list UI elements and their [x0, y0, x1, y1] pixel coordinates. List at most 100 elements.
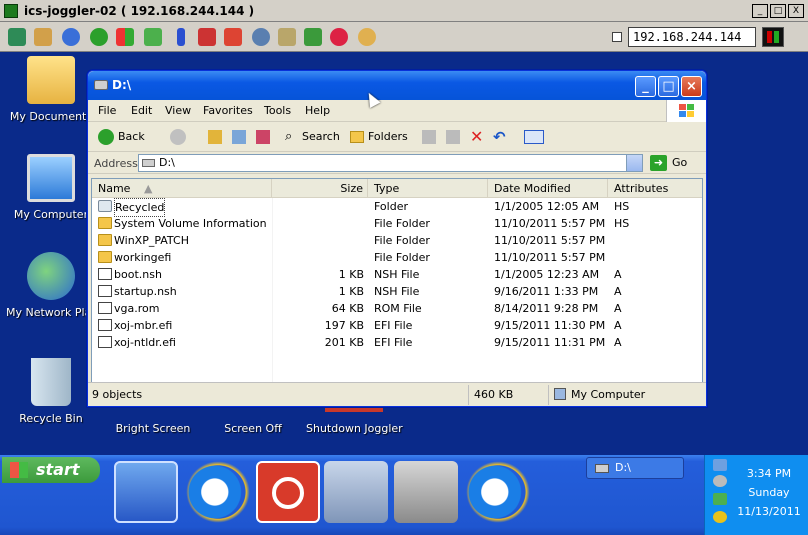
chat-icon[interactable]	[358, 28, 376, 46]
column-header-size[interactable]: Size	[272, 179, 368, 198]
file-list[interactable]: Name ▲ Size Type Date Modified Attribute…	[91, 178, 703, 383]
desktop-icon-my-documents[interactable]: My Documents	[6, 52, 96, 123]
file-row[interactable]: System Volume Information File Folder 11/1…	[92, 215, 702, 232]
internet-explorer-icon[interactable]	[186, 461, 250, 523]
network-globe-icon	[27, 252, 75, 300]
file-type: EFI File	[374, 336, 413, 349]
record-icon[interactable]	[330, 28, 348, 46]
status-divider	[468, 385, 469, 405]
views-icon[interactable]	[524, 130, 544, 144]
file-type: Folder	[374, 200, 408, 213]
minimize-button[interactable]: _	[635, 76, 656, 97]
file-icon	[98, 336, 112, 348]
forward-arrow-icon[interactable]	[170, 129, 186, 145]
taskbar-button-explorer[interactable]: D:\	[586, 457, 684, 479]
vnc-close-button[interactable]: X	[788, 4, 804, 18]
menu-help[interactable]: Help	[305, 104, 330, 117]
desktop-icon-bright-screen[interactable]: Bright Screen	[108, 404, 198, 435]
file-size: 64 KB	[331, 302, 364, 315]
connection-info-icon[interactable]	[34, 28, 52, 46]
menu-favorites[interactable]: Favorites	[203, 104, 253, 117]
menu-view[interactable]: View	[165, 104, 191, 117]
alert-icon[interactable]	[177, 28, 185, 46]
file-row[interactable]: vga.rom 64 KB ROM File 8/14/2011 9:28 PM A	[92, 300, 702, 317]
view-only-checkbox[interactable]	[612, 32, 622, 42]
internet-explorer-icon[interactable]	[466, 461, 530, 523]
undo-icon[interactable]: ↶	[493, 127, 506, 147]
file-row[interactable]: xoj-ntldr.efi 201 KB EFI File 9/15/2011 11:…	[92, 334, 702, 351]
up-folder-icon[interactable]	[208, 130, 222, 144]
explorer-titlebar[interactable]: D:\ _ □ ×	[88, 71, 706, 100]
add-icon[interactable]	[304, 28, 322, 46]
address-value: D:\	[159, 156, 175, 169]
file-icon	[98, 302, 112, 314]
column-header-type[interactable]: Type	[368, 179, 488, 198]
windows-key-icon[interactable]	[116, 28, 134, 46]
zoom-icon[interactable]	[252, 28, 270, 46]
delete-icon[interactable]: ✕	[470, 127, 483, 147]
host-address-field[interactable]: 192.168.244.144	[628, 27, 756, 47]
folders-button[interactable]: Folders	[348, 127, 414, 147]
menu-tools[interactable]: Tools	[264, 104, 291, 117]
safely-remove-tray-icon[interactable]	[713, 493, 727, 505]
desktop-icon-shutdown-joggler[interactable]: Shutdown Joggler	[306, 404, 403, 435]
file-row[interactable]: Recycled Folder 1/1/2005 12:05 AM HS	[92, 198, 702, 217]
power-button-icon[interactable]	[256, 461, 320, 523]
back-button[interactable]: Back	[96, 127, 156, 147]
file-row[interactable]: boot.nsh 1 KB NSH File 1/1/2005 12:23 AM A	[92, 266, 702, 283]
wireless-network-icon[interactable]	[394, 461, 458, 523]
drive-icon	[142, 159, 155, 167]
download-icon[interactable]	[224, 28, 242, 46]
vnc-app-icon	[4, 4, 18, 18]
network-tray-icon[interactable]	[713, 459, 727, 471]
file-row[interactable]: xoj-mbr.efi 197 KB EFI File 9/15/2011 11:30…	[92, 317, 702, 334]
maximize-button[interactable]: □	[658, 76, 679, 97]
desktop-icon-recycle-bin[interactable]: Recycle Bin	[6, 358, 96, 425]
desktop-icon-my-computer[interactable]: My Computer	[6, 154, 96, 221]
network-computers-icon[interactable]	[324, 461, 388, 523]
delete-folder-icon[interactable]	[256, 130, 270, 144]
clock-time[interactable]: 3:34 PM	[733, 467, 805, 480]
recycle-folder-icon	[98, 200, 112, 212]
back-label: Back	[118, 130, 145, 143]
settings-gear-icon[interactable]	[62, 28, 80, 46]
vnc-minimize-button[interactable]: _	[752, 4, 768, 18]
close-button[interactable]: ×	[681, 76, 702, 97]
menu-file[interactable]: File	[98, 104, 116, 117]
file-row[interactable]: WinXP_PATCH File Folder 11/10/2011 5:57 PM	[92, 232, 702, 249]
desktop-icon-my-network-places[interactable]: My Network Plac	[6, 252, 97, 319]
column-header-name[interactable]: Name ▲	[92, 179, 272, 198]
desktop-icon-screen-off[interactable]: Screen Off	[208, 404, 298, 435]
address-field[interactable]: D:\	[138, 154, 643, 172]
vnc-maximize-button[interactable]: □	[770, 4, 786, 18]
options-icon[interactable]	[8, 28, 26, 46]
go-button[interactable]: ➜ Go	[650, 154, 687, 172]
address-label: Address	[94, 157, 138, 170]
file-attributes: HS	[614, 217, 630, 230]
column-header-attributes[interactable]: Attributes	[608, 179, 702, 198]
address-dropdown-icon[interactable]	[626, 155, 642, 171]
menu-edit[interactable]: Edit	[131, 104, 152, 117]
move-to-icon[interactable]	[232, 130, 246, 144]
start-button[interactable]: start	[2, 457, 100, 483]
explorer-window: D:\ _ □ × File Edit View Favorites Tools…	[87, 70, 707, 407]
transfer-icon[interactable]	[144, 28, 162, 46]
launcher-icon[interactable]	[114, 461, 178, 523]
file-name: workingefi	[114, 251, 172, 264]
vnc-eye-tray-icon[interactable]	[713, 511, 727, 523]
search-button[interactable]: ⌕ Search	[282, 127, 344, 147]
clock-day: Sunday	[748, 486, 790, 499]
status-bar: 9 objects 460 KB My Computer	[88, 382, 706, 406]
file-attributes: A	[614, 302, 622, 315]
volume-tray-icon[interactable]	[713, 475, 727, 487]
file-row[interactable]: workingefi File Folder 11/10/2011 5:57 PM	[92, 249, 702, 266]
file-type: File Folder	[374, 217, 430, 230]
folder-transfer-icon[interactable]	[278, 28, 296, 46]
column-header-date-modified[interactable]: Date Modified	[488, 179, 608, 198]
disconnect-icon[interactable]	[198, 28, 216, 46]
copy-icon[interactable]	[446, 130, 460, 144]
refresh-icon[interactable]	[90, 28, 108, 46]
search-label: Search	[302, 130, 340, 143]
file-row[interactable]: startup.nsh 1 KB NSH File 9/16/2011 1:33 PM…	[92, 283, 702, 300]
move-icon[interactable]	[422, 130, 436, 144]
